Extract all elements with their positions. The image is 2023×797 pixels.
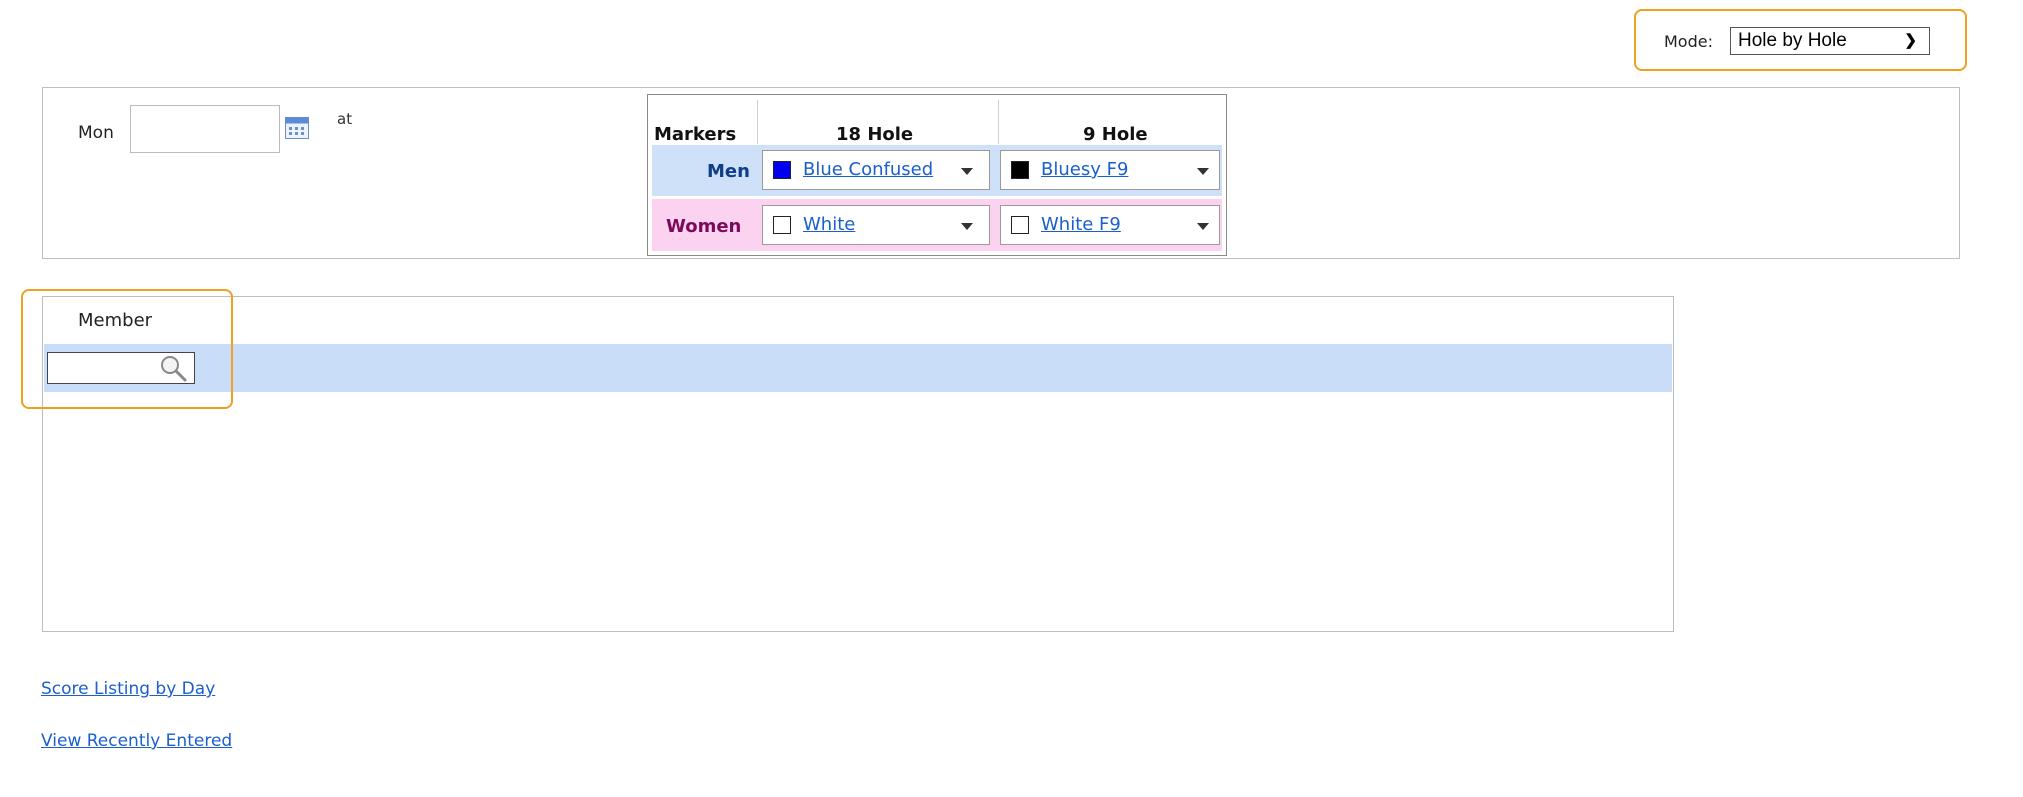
member-highlight	[21, 289, 233, 409]
header-divider	[757, 100, 758, 144]
mode-label: Mode:	[1664, 32, 1713, 51]
row-label-women: Women	[666, 216, 742, 237]
caret-down-icon	[961, 223, 973, 230]
chevron-down-icon: ❯	[1904, 32, 1917, 49]
marker-link[interactable]: White F9	[1041, 214, 1121, 235]
col-18-hole-header: 18 Hole	[836, 124, 914, 145]
day-label: Mon	[78, 123, 114, 143]
header-divider	[998, 100, 999, 144]
member-row	[44, 344, 1672, 392]
color-swatch	[773, 161, 791, 179]
color-swatch	[773, 216, 791, 234]
marker-link[interactable]: White	[803, 214, 855, 235]
caret-down-icon	[1197, 168, 1209, 175]
view-recent-link[interactable]: View Recently Entered	[41, 731, 232, 751]
col-9-hole-header: 9 Hole	[1083, 124, 1148, 145]
color-swatch	[1011, 161, 1029, 179]
at-label: at	[337, 110, 353, 128]
caret-down-icon	[961, 168, 973, 175]
row-label-men: Men	[707, 161, 750, 182]
mode-select[interactable]: Hole by Hole ❯	[1730, 27, 1930, 55]
caret-down-icon	[1197, 223, 1209, 230]
score-listing-link[interactable]: Score Listing by Day	[41, 679, 215, 699]
marker-link[interactable]: Bluesy F9	[1041, 159, 1128, 180]
men-9-marker-select[interactable]: Bluesy F9	[1000, 150, 1220, 190]
marker-link[interactable]: Blue Confused	[803, 159, 933, 180]
calendar-icon[interactable]	[285, 117, 309, 139]
women-9-marker-select[interactable]: White F9	[1000, 205, 1220, 245]
women-18-marker-select[interactable]: White	[762, 205, 990, 245]
color-swatch	[1011, 216, 1029, 234]
mode-select-value: Hole by Hole	[1738, 30, 1847, 51]
men-18-marker-select[interactable]: Blue Confused	[762, 150, 990, 190]
markers-header: Markers	[654, 124, 737, 145]
date-input[interactable]	[130, 105, 280, 153]
